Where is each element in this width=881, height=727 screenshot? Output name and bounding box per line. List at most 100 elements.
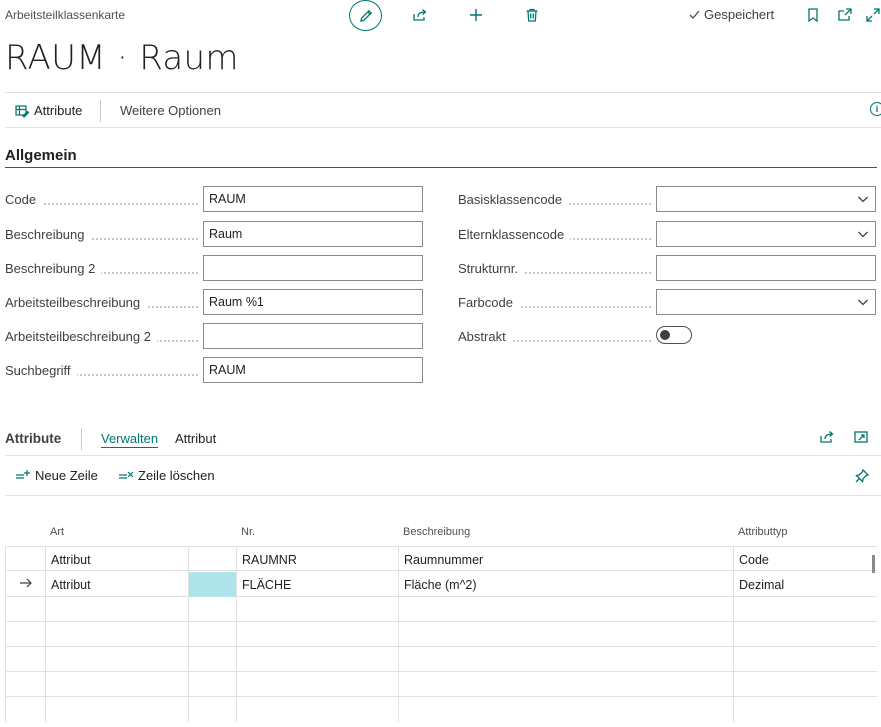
empty-cell[interactable] <box>188 597 236 622</box>
code-field[interactable]: RAUM <box>203 186 423 212</box>
workpart-description-field[interactable]: Raum %1 <box>203 289 423 315</box>
new-row-label: Neue Zeile <box>35 468 98 483</box>
open-new-window-button[interactable] <box>834 4 856 26</box>
empty-cell[interactable] <box>188 622 236 647</box>
delete-row-icon <box>119 471 134 479</box>
nr-cell[interactable]: RAUMNR <box>236 547 398 572</box>
bookmark-icon <box>808 8 818 23</box>
empty-cell[interactable] <box>188 697 236 722</box>
row-indicator-cell <box>5 572 45 597</box>
empty-cell[interactable] <box>733 647 877 672</box>
empty-cell[interactable] <box>236 597 398 622</box>
art-cell[interactable]: Attribut <box>45 572 188 597</box>
empty-cell[interactable] <box>188 647 236 672</box>
workpart-description-label: Arbeitsteilbeschreibung <box>5 295 147 310</box>
selected-cell[interactable] <box>188 572 236 597</box>
section-title-general: Allgemein <box>5 147 77 164</box>
tab-manage[interactable]: Verwalten <box>101 431 159 448</box>
description-field[interactable]: Raum <box>203 221 423 247</box>
expand-button[interactable] <box>862 4 881 26</box>
base-class-code-label: Basisklassencode <box>458 192 569 207</box>
plus-icon <box>470 9 482 21</box>
empty-cell <box>5 597 45 622</box>
empty-cell[interactable] <box>733 697 877 722</box>
chevron-down-icon <box>858 196 868 203</box>
new-button[interactable] <box>465 4 487 26</box>
blank-cell[interactable] <box>188 547 236 572</box>
description-cell[interactable]: Raumnummer <box>398 547 733 572</box>
action-separator <box>100 100 101 122</box>
new-row-icon <box>16 469 30 479</box>
abstract-toggle[interactable] <box>656 326 692 344</box>
color-code-select[interactable] <box>656 289 876 315</box>
empty-cell[interactable] <box>398 647 733 672</box>
subpage-separator <box>81 428 82 450</box>
structure-no-label: Strukturnr. <box>458 261 524 276</box>
table-edit-icon <box>15 104 29 118</box>
empty-cell[interactable] <box>398 597 733 622</box>
trash-icon <box>526 8 538 22</box>
search-term-field[interactable]: RAUM <box>203 357 423 383</box>
empty-cell[interactable] <box>398 622 733 647</box>
empty-cell[interactable] <box>45 697 188 722</box>
code-label: Code <box>5 192 43 207</box>
attribute-type-cell[interactable]: Dezimal <box>733 572 877 597</box>
saved-label: Gespeichert <box>704 7 775 22</box>
empty-cell[interactable] <box>188 672 236 697</box>
empty-cell[interactable] <box>45 647 188 672</box>
delete-row-button[interactable]: Zeile löschen <box>118 468 215 483</box>
empty-cell[interactable] <box>236 622 398 647</box>
tab-attribute[interactable]: Attribut <box>175 431 216 446</box>
row-indicator-cell <box>5 547 45 572</box>
empty-cell[interactable] <box>45 597 188 622</box>
delete-button[interactable] <box>521 4 543 26</box>
bookmark-button[interactable] <box>802 4 824 26</box>
empty-cell[interactable] <box>398 672 733 697</box>
more-options-button[interactable]: Weitere Optionen <box>120 103 221 118</box>
table-row[interactable]: Attribut RAUMNR Raumnummer Code <box>5 546 877 572</box>
attribute-type-cell[interactable]: Code <box>733 547 877 572</box>
empty-cell[interactable] <box>236 647 398 672</box>
attribute-action-button[interactable]: Attribute <box>15 103 82 118</box>
table-row[interactable]: Attribut FLÄCHE Fläche (m^2) Dezimal <box>5 572 877 597</box>
check-icon <box>689 10 700 19</box>
subpage-share-button[interactable] <box>816 426 838 448</box>
attributes-title: Attribute <box>5 431 62 446</box>
share-button[interactable] <box>409 4 431 26</box>
empty-cell[interactable] <box>398 697 733 722</box>
description-2-label: Beschreibung 2 <box>5 261 102 276</box>
empty-row[interactable] <box>5 622 877 647</box>
chevron-down-icon <box>858 231 868 238</box>
empty-row[interactable] <box>5 697 877 722</box>
empty-row[interactable] <box>5 597 877 622</box>
empty-cell <box>5 647 45 672</box>
grid-scrollbar[interactable] <box>872 555 875 573</box>
new-row-button[interactable]: Neue Zeile <box>15 468 98 483</box>
empty-cell[interactable] <box>236 697 398 722</box>
edit-button[interactable] <box>349 0 382 31</box>
subpage-expand-button[interactable] <box>850 426 872 448</box>
empty-cell <box>5 697 45 722</box>
top-bar: Arbeitsteilklassenkarte Gespeichert <box>0 0 881 31</box>
saved-status: Gespeichert <box>688 7 774 22</box>
workpart-description-2-field[interactable] <box>203 323 423 349</box>
info-icon[interactable]: i <box>870 102 881 116</box>
parent-class-code-label: Elternklassencode <box>458 227 571 242</box>
pin-button[interactable] <box>851 465 873 487</box>
empty-cell[interactable] <box>45 622 188 647</box>
parent-class-code-select[interactable] <box>656 221 876 247</box>
empty-cell[interactable] <box>733 597 877 622</box>
description-cell[interactable]: Fläche (m^2) <box>398 572 733 597</box>
description-2-field[interactable] <box>203 255 423 281</box>
structure-no-field[interactable] <box>656 255 876 281</box>
empty-row[interactable] <box>5 672 877 697</box>
empty-cell[interactable] <box>733 672 877 697</box>
empty-row[interactable] <box>5 647 877 672</box>
empty-cell[interactable] <box>45 672 188 697</box>
empty-cell[interactable] <box>733 622 877 647</box>
open-in-new-window-icon <box>838 8 852 21</box>
empty-cell[interactable] <box>236 672 398 697</box>
base-class-code-select[interactable] <box>656 186 876 212</box>
art-cell[interactable]: Attribut <box>45 547 188 572</box>
nr-cell[interactable]: FLÄCHE <box>236 572 398 597</box>
